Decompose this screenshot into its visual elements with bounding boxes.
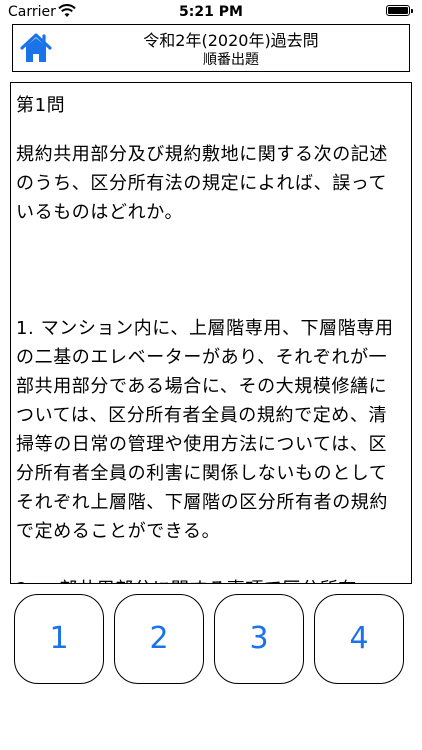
question-content: 第1問 規約共用部分及び規約敷地に関する次の記述のうち、区分所有法の規定によれば… — [16, 91, 402, 583]
status-bar: Carrier 5:21 PM — [0, 0, 422, 24]
question-text: 規約共用部分及び規約敷地に関する次の記述のうち、区分所有法の規定によれば、誤って… — [16, 144, 388, 223]
answer-button-3[interactable]: 3 — [214, 594, 304, 684]
answer-button-2[interactable]: 2 — [114, 594, 204, 684]
battery-icon — [386, 5, 413, 16]
answer-button-4[interactable]: 4 — [314, 594, 404, 684]
page-title: 令和2年(2020年)過去問 — [143, 31, 319, 50]
question-number: 第1問 — [16, 95, 66, 116]
option-1-text: 1. マンション内に、上層階専用、下層階専用の二基のエレベーターがあり、それぞれ… — [16, 318, 394, 542]
option-2-text: 2. 一部共用部分に関する事項で区分所有 — [16, 575, 402, 583]
question-box[interactable]: 第1問 規約共用部分及び規約敷地に関する次の記述のうち、区分所有法の規定によれば… — [10, 82, 412, 584]
clock: 5:21 PM — [179, 4, 243, 20]
home-icon — [20, 33, 52, 62]
home-button[interactable] — [19, 31, 53, 65]
answer-button-1[interactable]: 1 — [14, 594, 104, 684]
header: 令和2年(2020年)過去問 順番出題 — [12, 24, 410, 72]
answer-buttons: 1 2 3 4 — [14, 594, 406, 684]
page-subtitle: 順番出題 — [203, 52, 259, 68]
